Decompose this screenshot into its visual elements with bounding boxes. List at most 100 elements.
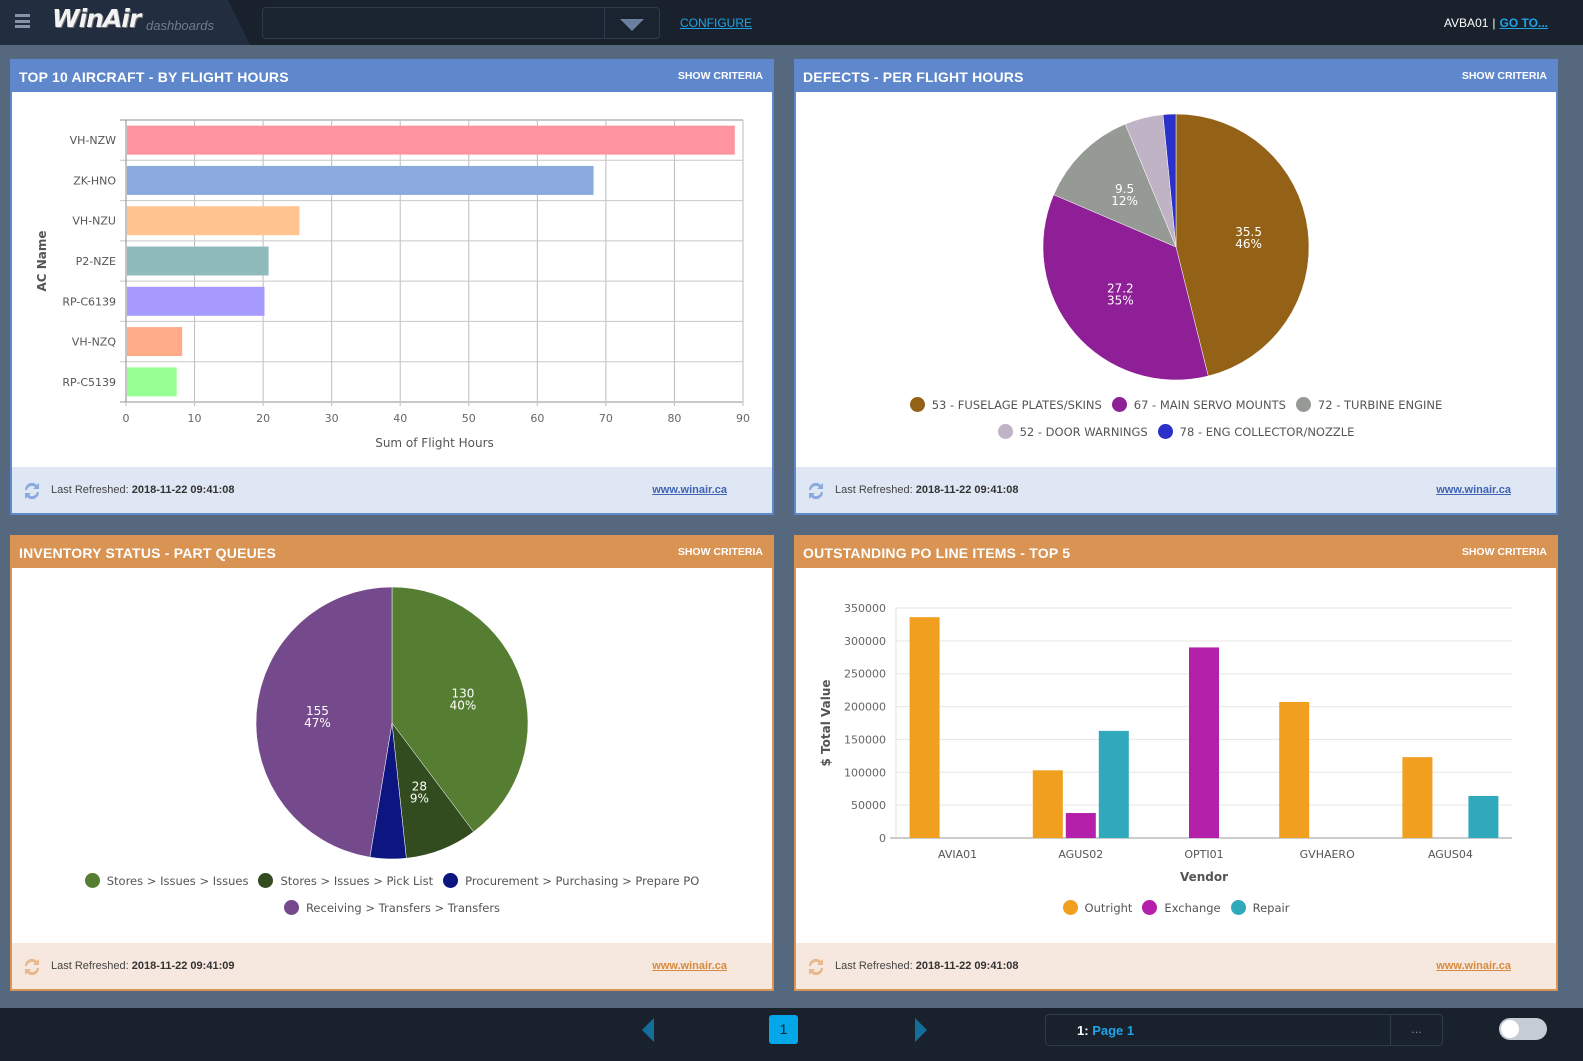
- panel-title: INVENTORY STATUS - PART QUEUES: [19, 545, 276, 561]
- legend-item[interactable]: Stores > Issues > Issues: [84, 868, 248, 895]
- bar-repair-agus04: [1468, 795, 1499, 838]
- y-tick-label: 150000: [844, 733, 886, 746]
- refresh-icon[interactable]: [22, 481, 42, 501]
- legend-item[interactable]: Stores > Issues > Pick List: [258, 868, 433, 895]
- bar-outright-agus04: [1402, 757, 1433, 838]
- legend-swatch: [997, 424, 1013, 439]
- y-tick-label: 200000: [844, 701, 886, 714]
- next-page-icon[interactable]: [915, 1018, 927, 1042]
- slice-percent-label: 9%: [410, 792, 429, 806]
- panel-po-line-items: OUTSTANDING PO LINE ITEMS - TOP 5 SHOW C…: [794, 535, 1558, 991]
- refresh-icon[interactable]: [806, 481, 826, 501]
- last-refreshed-value: 2018-11-22 09:41:08: [131, 484, 235, 496]
- bottom-bar: 1 1: Page 1 ...: [0, 1008, 1583, 1061]
- bar-p2-nze: [127, 246, 269, 276]
- legend-label: 78 - ENG COLLECTOR/NOZZLE: [1179, 425, 1355, 439]
- legend-label: Repair: [1252, 901, 1290, 915]
- previous-page-icon[interactable]: [642, 1018, 654, 1042]
- separator: |: [1492, 16, 1496, 30]
- panel-body: 0 50000 100000 150000 200000 250000 300000 3500…: [796, 568, 1556, 943]
- panel-body: 0 10 20 30 40 50 60 70 80 90 VH-NZW ZK-HNO VH-NZU P2-…: [12, 92, 772, 467]
- legend-swatch: [283, 900, 299, 915]
- last-refreshed-value: 2018-11-22 09:41:08: [915, 484, 1019, 496]
- toggle-switch[interactable]: [1499, 1018, 1547, 1040]
- goto-link[interactable]: GO TO...: [1500, 16, 1548, 30]
- panel-footer: Last Refreshed: 2018-11-22 09:41:09 www.…: [12, 943, 772, 989]
- dashboard-select[interactable]: [262, 7, 660, 39]
- legend-label: Receiving > Transfers > Transfers: [305, 901, 501, 915]
- legend-swatch: [258, 873, 274, 888]
- x-tick-label: OPTI01: [1184, 848, 1223, 861]
- panel-footer: Last Refreshed: 2018-11-22 09:41:08 www.…: [796, 943, 1556, 989]
- show-criteria-button[interactable]: SHOW CRITERIA: [678, 546, 763, 558]
- menu-icon[interactable]: [15, 14, 30, 28]
- y-tick-label: RP-C6139: [62, 295, 116, 308]
- panel-header: INVENTORY STATUS - PART QUEUES SHOW CRIT…: [12, 537, 772, 568]
- slice-percent-label: 12%: [1111, 194, 1138, 208]
- page-number-prefix: 1:: [1077, 1023, 1089, 1038]
- legend-item[interactable]: 52 - DOOR WARNINGS: [997, 419, 1148, 446]
- legend-swatch: [909, 397, 925, 412]
- configure-link[interactable]: CONFIGURE: [680, 16, 752, 30]
- legend-label: 67 - MAIN SERVO MOUNTS: [1133, 398, 1286, 412]
- bar-vh-nzw: [127, 125, 735, 155]
- refresh-icon[interactable]: [22, 957, 42, 977]
- y-tick-label: P2-NZE: [76, 255, 116, 268]
- y-tick-label: 50000: [851, 799, 886, 812]
- legend-item[interactable]: 67 - MAIN SERVO MOUNTS: [1111, 392, 1286, 419]
- panel-footer: Last Refreshed: 2018-11-22 09:41:08 www.…: [796, 467, 1556, 513]
- legend-item[interactable]: Procurement > Purchasing > Prepare PO: [443, 868, 699, 895]
- panel-footer: Last Refreshed: 2018-11-22 09:41:08 www.…: [12, 467, 772, 513]
- x-tick-label: AGUS02: [1058, 848, 1103, 861]
- show-criteria-button[interactable]: SHOW CRITERIA: [678, 70, 763, 82]
- legend-swatch: [1111, 397, 1127, 412]
- winair-link[interactable]: www.winair.ca: [1436, 960, 1511, 972]
- x-tick-label: AGUS04: [1428, 848, 1473, 861]
- page-name: Page 1: [1092, 1023, 1135, 1038]
- winair-link[interactable]: www.winair.ca: [1436, 484, 1511, 496]
- legend-item[interactable]: Repair: [1230, 895, 1290, 922]
- last-refreshed: Last Refreshed: 2018-11-22 09:41:09: [51, 960, 234, 972]
- legend-item[interactable]: 72 - TURBINE ENGINE: [1295, 392, 1442, 419]
- inventory-legend: Stores > Issues > Issues Stores > Issues …: [12, 868, 772, 922]
- panel-title: OUTSTANDING PO LINE ITEMS - TOP 5: [803, 545, 1071, 561]
- top-bar: WinAir dashboards CONFIGURE AVBA01 | GO TO…: [0, 0, 1583, 45]
- user-area: AVBA01 | GO TO...: [1444, 16, 1548, 30]
- legend-swatch: [443, 873, 459, 888]
- x-tick-label: 10: [188, 412, 202, 425]
- legend-label: Exchange: [1164, 901, 1221, 915]
- y-tick-label: VH-NZW: [70, 134, 117, 147]
- last-refreshed-label: Last Refreshed:: [835, 960, 913, 972]
- page-number-button[interactable]: 1: [769, 1015, 798, 1044]
- panel-header: DEFECTS - PER FLIGHT HOURS SHOW CRITERIA: [796, 61, 1556, 92]
- legend-item[interactable]: Receiving > Transfers > Transfers: [283, 895, 501, 922]
- winair-link[interactable]: www.winair.ca: [652, 960, 727, 972]
- legend-item[interactable]: Exchange: [1142, 895, 1221, 922]
- dashboard-select-toggle[interactable]: [604, 8, 659, 38]
- legend-label: Procurement > Purchasing > Prepare PO: [465, 874, 700, 888]
- y-axis-title: AC Name: [35, 230, 49, 291]
- panel-title: TOP 10 AIRCRAFT - BY FLIGHT HOURS: [19, 69, 289, 85]
- panel-defects: DEFECTS - PER FLIGHT HOURS SHOW CRITERIA…: [794, 59, 1558, 515]
- slice-percent-label: 40%: [450, 698, 477, 712]
- last-refreshed-value: 2018-11-22 09:41:08: [915, 960, 1019, 972]
- show-criteria-button[interactable]: SHOW CRITERIA: [1462, 546, 1547, 558]
- panel-header: OUTSTANDING PO LINE ITEMS - TOP 5 SHOW C…: [796, 537, 1556, 568]
- y-tick-label: VH-NZU: [72, 215, 116, 228]
- slice-percent-label: 35%: [1107, 293, 1134, 307]
- legend-item[interactable]: 78 - ENG COLLECTOR/NOZZLE: [1157, 419, 1355, 446]
- refresh-icon[interactable]: [806, 957, 826, 977]
- page-select[interactable]: 1: Page 1 ...: [1045, 1014, 1443, 1046]
- legend-item[interactable]: Outright: [1062, 895, 1132, 922]
- y-tick-label: 100000: [844, 766, 886, 779]
- winair-link[interactable]: www.winair.ca: [652, 484, 727, 496]
- bar-repair-agus02: [1098, 730, 1129, 838]
- po-legend: Outright Exchange Repair: [796, 895, 1556, 922]
- legend-swatch: [1062, 900, 1078, 915]
- show-criteria-button[interactable]: SHOW CRITERIA: [1462, 70, 1547, 82]
- x-axis-title: Sum of Flight Hours: [375, 436, 494, 450]
- y-tick-label: 0: [879, 832, 886, 845]
- legend-item[interactable]: 53 - FUSELAGE PLATES/SKINS: [909, 392, 1102, 419]
- more-button[interactable]: ...: [1390, 1015, 1442, 1045]
- bar-zk-hno: [127, 165, 594, 195]
